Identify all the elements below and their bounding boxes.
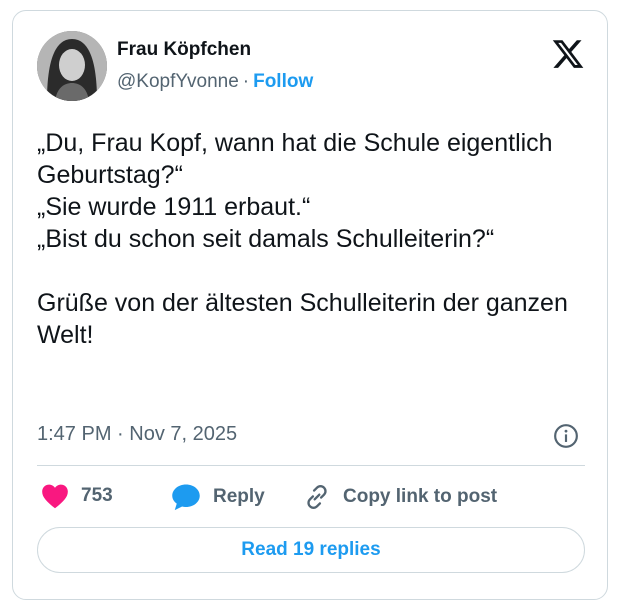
info-icon[interactable] [553, 423, 579, 449]
tweet-timestamp[interactable]: 1:47 PM · Nov 7, 2025 [37, 423, 237, 446]
author-handle[interactable]: @KopfYvonne [117, 71, 239, 92]
action-bar: 753 Reply Copy link to post [41, 483, 589, 513]
tweet-line: Grüße von der ältesten Schulleiterin der… [37, 289, 568, 349]
avatar-photo [37, 31, 107, 101]
tweet-card: Frau Köpfchen @KopfYvonne · Follow „Du, Fr… [12, 10, 608, 600]
author-name[interactable]: Frau Köpfchen [117, 39, 251, 61]
x-logo-icon[interactable] [551, 37, 585, 71]
reply-label: Reply [213, 486, 265, 507]
avatar[interactable] [37, 31, 107, 101]
copy-link-label: Copy link to post [343, 486, 498, 507]
tweet-line: „Du, Frau Kopf, wann hat die Schule eige… [37, 129, 553, 189]
reply-bubble-icon [172, 484, 200, 511]
author-meta: @KopfYvonne · Follow [117, 71, 313, 93]
tweet-line: „Sie wurde 1911 erbaut.“ [37, 193, 311, 221]
link-icon [307, 485, 327, 509]
reply-button[interactable]: Reply [171, 483, 265, 511]
read-replies-button[interactable]: Read 19 replies [37, 527, 585, 573]
copy-link-button[interactable]: Copy link to post [303, 483, 497, 511]
separator: · [242, 71, 250, 92]
read-replies-label: Read 19 replies [241, 539, 381, 560]
like-button[interactable]: 753 [41, 483, 113, 509]
divider [37, 465, 585, 466]
tweet-text: „Du, Frau Kopf, wann hat die Schule eige… [37, 127, 587, 351]
like-count: 753 [81, 485, 113, 506]
heart-icon [42, 484, 68, 509]
tweet-line: „Bist du schon seit damals Schulleiterin… [37, 225, 495, 253]
follow-button[interactable]: Follow [253, 71, 313, 92]
